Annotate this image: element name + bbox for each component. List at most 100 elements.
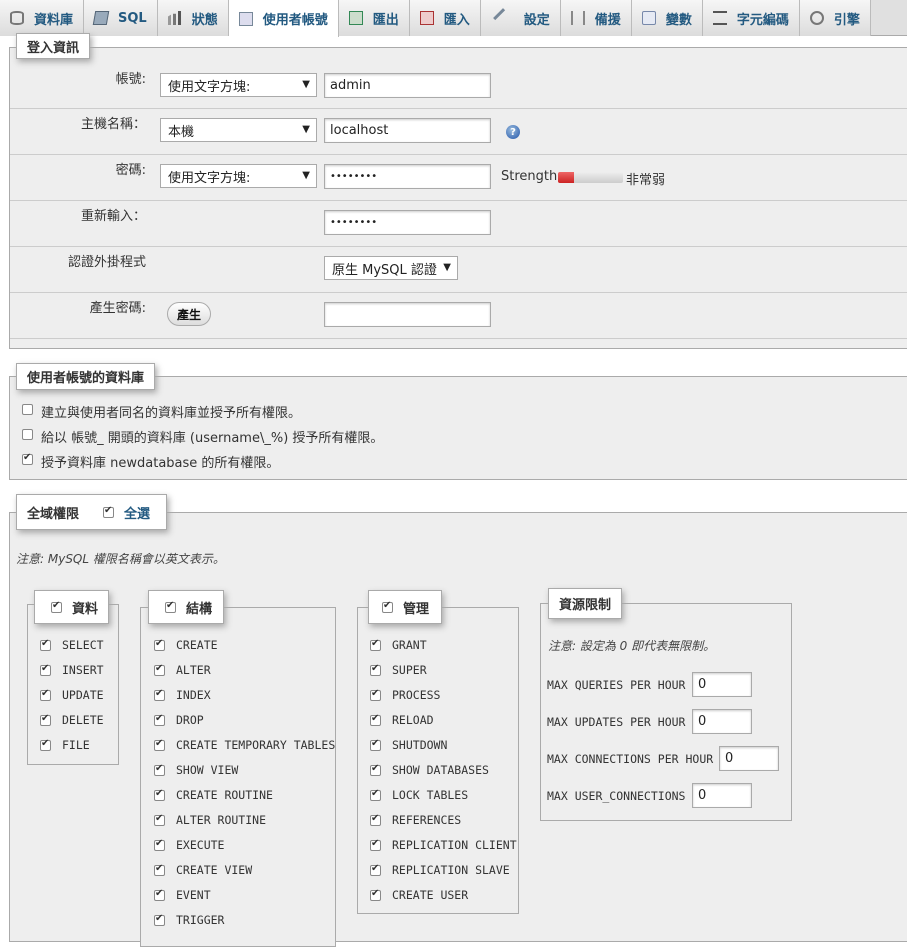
tab-label: 引擎 [833, 12, 860, 28]
user-accounts-icon [238, 11, 253, 26]
privilege-insert-checkbox[interactable] [40, 663, 51, 676]
admin-select-all-checkbox[interactable] [382, 600, 393, 613]
privilege-show-view-checkbox[interactable] [154, 763, 165, 776]
tab-label: 字元編碼 [736, 12, 789, 28]
tab-status[interactable]: 狀態 [157, 0, 229, 36]
tab-replication[interactable]: 備援 [560, 0, 632, 36]
privilege-select-checkbox[interactable] [40, 638, 51, 651]
limit-max-queries-per-hour-input[interactable]: 0 [692, 672, 752, 697]
privilege-create-checkbox[interactable] [154, 638, 165, 651]
structure-privileges-fieldset [140, 607, 336, 947]
privilege-grant-checkbox[interactable] [370, 638, 381, 651]
privilege-label: PROCESS [392, 688, 441, 702]
select-all-link[interactable]: 全選 [124, 503, 150, 522]
privilege-create-view-checkbox[interactable] [154, 863, 165, 876]
privilege-create-user-checkbox[interactable] [370, 888, 381, 901]
wildcard-db-checkbox[interactable] [22, 429, 33, 440]
privilege-show-databases-checkbox[interactable] [370, 763, 381, 776]
privilege-label: CREATE USER [392, 888, 469, 902]
structure-privileges-legend: 結構 [148, 590, 224, 624]
data-privileges-title: 資料 [72, 601, 99, 617]
privilege-update-checkbox[interactable] [40, 688, 51, 701]
privilege-label: RELOAD [392, 713, 434, 727]
limit-max-connections-per-hour-input[interactable]: 0 [719, 746, 779, 771]
limit-label: MAX CONNECTIONS PER HOUR [547, 752, 714, 766]
create-db-same-name-label: 建立與使用者同名的資料庫並授予所有權限。 [41, 406, 302, 421]
privilege-super-checkbox[interactable] [370, 663, 381, 676]
data-privileges-legend: 資料 [34, 590, 109, 624]
privilege-label: UPDATE [62, 688, 104, 702]
privilege-label: ALTER [176, 663, 211, 677]
grant-newdatabase-checkbox[interactable] [22, 452, 33, 465]
host-type-select[interactable]: 本機 ▼ [160, 118, 317, 142]
privilege-label: ALTER ROUTINE [176, 813, 267, 827]
limit-max-updates-per-hour-input[interactable]: 0 [692, 709, 752, 734]
privilege-replication-client-checkbox[interactable] [370, 838, 381, 851]
select-all-checkbox[interactable] [103, 505, 115, 518]
structure-select-all-checkbox[interactable] [165, 600, 176, 613]
privilege-event-checkbox[interactable] [154, 888, 165, 901]
privilege-reload-checkbox[interactable] [370, 713, 381, 726]
privilege-create-temporary-tables-checkbox[interactable] [154, 738, 165, 751]
privilege-file-checkbox[interactable] [40, 738, 51, 751]
privilege-alter-routine-checkbox[interactable] [154, 813, 165, 826]
help-icon[interactable]: ? [506, 125, 520, 139]
privilege-alter-checkbox[interactable] [154, 663, 165, 676]
password-type-value: 使用文字方塊: [168, 170, 251, 186]
chevron-down-icon: ▼ [302, 170, 310, 181]
chevron-down-icon: ▼ [302, 124, 310, 135]
data-select-all-checkbox[interactable] [51, 600, 62, 613]
privilege-delete-checkbox[interactable] [40, 713, 51, 726]
generate-password-button[interactable]: 產生 [167, 302, 211, 326]
privilege-index-checkbox[interactable] [154, 688, 165, 701]
host-type-value: 本機 [168, 124, 195, 140]
privilege-execute-checkbox[interactable] [154, 838, 165, 851]
privilege-lock-tables-checkbox[interactable] [370, 788, 381, 801]
username-input[interactable]: admin [324, 73, 491, 98]
host-label: 主機名稱： [80, 117, 146, 132]
tab-user-accounts[interactable]: 使用者帳號 [228, 0, 339, 37]
privilege-label: INDEX [176, 688, 211, 702]
privilege-drop-checkbox[interactable] [154, 713, 165, 726]
privilege-label: DROP [176, 713, 204, 727]
privilege-references-checkbox[interactable] [370, 813, 381, 826]
host-input[interactable]: localhost [324, 118, 491, 143]
privilege-names-note: 注意: MySQL 權限名稱會以英文表示。 [16, 552, 225, 566]
limit-label: MAX UPDATES PER HOUR [547, 715, 686, 729]
privilege-trigger-checkbox[interactable] [154, 913, 165, 926]
tab-export[interactable]: 匯出 [338, 0, 410, 36]
privilege-process-checkbox[interactable] [370, 688, 381, 701]
tab-engines[interactable]: 引擎 [799, 0, 871, 36]
tab-label: 資料庫 [34, 12, 74, 28]
tab-variables[interactable]: 變數 [631, 0, 703, 36]
tab-charsets[interactable]: 字元編碼 [702, 0, 800, 36]
resource-limits-legend: 資源限制 [548, 588, 623, 619]
retype-password-input[interactable]: •••••••• [324, 210, 491, 235]
username-type-select[interactable]: 使用文字方塊: ▼ [160, 73, 317, 97]
wildcard-db-label: 給以 帳號_ 開頭的資料庫 (username\_%) 授予所有權限。 [41, 431, 384, 446]
privilege-create-routine-checkbox[interactable] [154, 788, 165, 801]
generated-password-input[interactable] [324, 302, 491, 327]
chevron-down-icon: ▼ [443, 262, 451, 273]
limit-max-user-connections-input[interactable]: 0 [692, 783, 752, 808]
privilege-replication-slave-checkbox[interactable] [370, 863, 381, 876]
retype-label: 重新輸入： [80, 209, 146, 224]
auth-plugin-select[interactable]: 原生 MySQL 認證 ▼ [324, 256, 458, 280]
privilege-label: EVENT [176, 888, 211, 902]
admin-privileges-title: 管理 [403, 601, 430, 617]
password-input[interactable]: •••••••• [324, 164, 491, 189]
tab-settings[interactable]: 設定 [480, 0, 561, 36]
privilege-label: CREATE VIEW [176, 863, 253, 877]
structure-privileges-title: 結構 [186, 601, 213, 617]
tab-import[interactable]: 匯入 [409, 0, 481, 36]
password-type-select[interactable]: 使用文字方塊: ▼ [160, 164, 317, 188]
global-privileges-title: 全域權限 [27, 506, 80, 522]
create-db-same-name-checkbox[interactable] [22, 404, 33, 415]
privilege-shutdown-checkbox[interactable] [370, 738, 381, 751]
privilege-label: CREATE ROUTINE [176, 788, 273, 802]
resource-limits-note: 注意: 設定為 0 即代表無限制。 [548, 639, 716, 653]
tab-sql[interactable]: SQL [84, 0, 158, 36]
variables-icon [641, 11, 656, 25]
tab-databases[interactable]: 資料庫 [0, 0, 85, 36]
generate-password-label: 產生密碼: [89, 301, 146, 316]
